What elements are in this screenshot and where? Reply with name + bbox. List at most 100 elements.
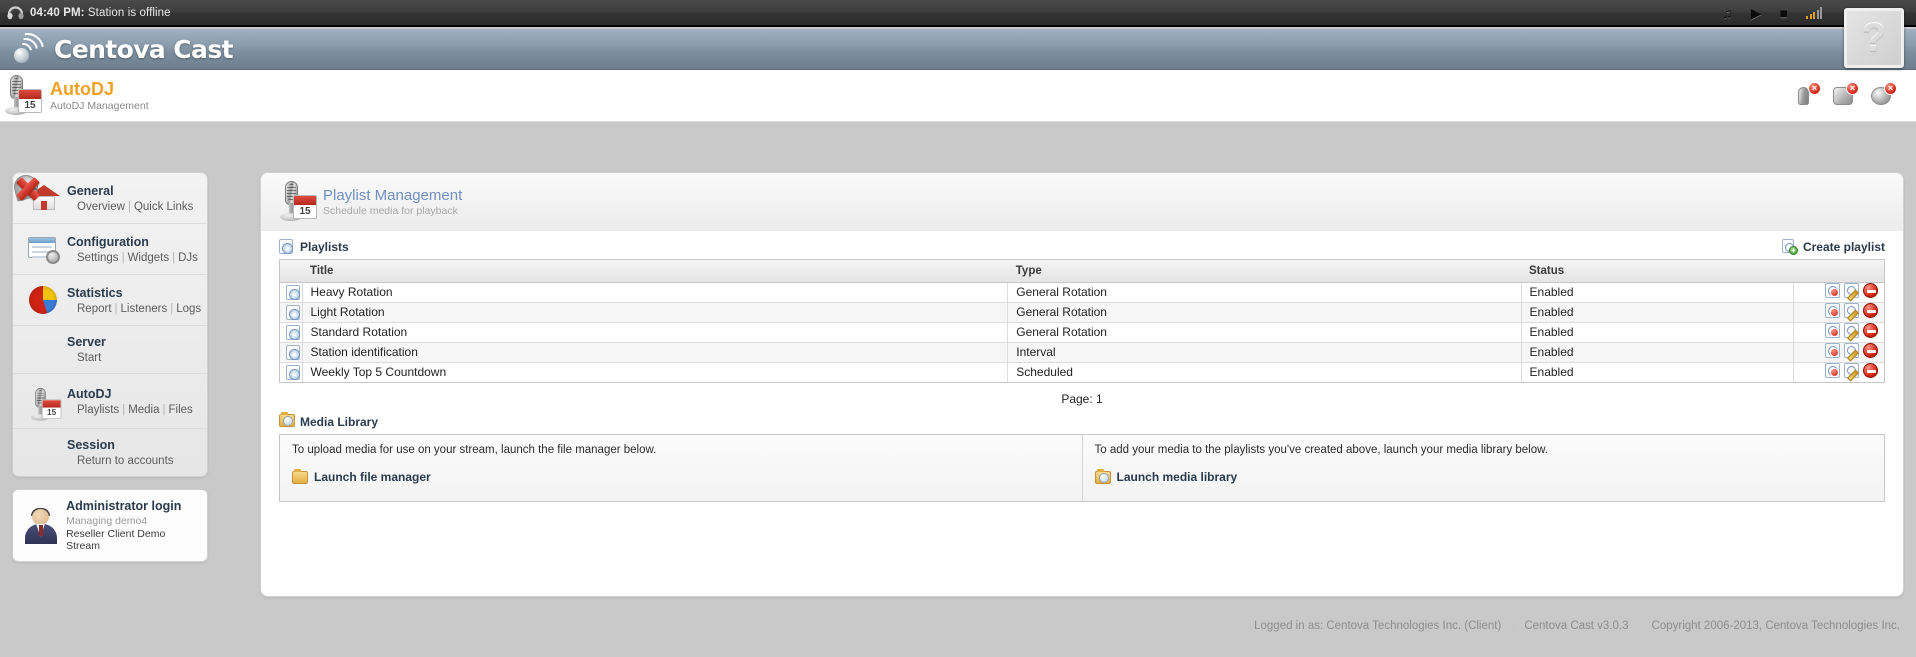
sidebar-sublink-djs[interactable]: DJs xyxy=(178,252,198,264)
settings-window-icon xyxy=(23,233,65,265)
centova-waves-logo-icon xyxy=(4,26,51,73)
column-header-actions xyxy=(1793,260,1884,283)
stop-autodj-icon[interactable]: × xyxy=(1832,81,1859,108)
delete-playlist-icon[interactable] xyxy=(1863,283,1878,298)
sidebar-item-label: AutoDJ xyxy=(67,386,112,401)
cell-title[interactable]: Station identification xyxy=(302,342,1008,363)
table-row[interactable]: Heavy Rotation General Rotation Enabled xyxy=(280,282,1884,303)
file-manager-column: To upload media for use on your stream, … xyxy=(280,435,1082,501)
footer-logged-in: Logged in as: Centova Technologies Inc. … xyxy=(1254,620,1502,632)
sidebar-sublinks: Report | Listeners | Logs xyxy=(77,302,202,315)
sidebar-item-label: Configuration xyxy=(67,234,149,249)
sidebar-sublink-listeners[interactable]: Listeners xyxy=(121,303,168,315)
admin-managing-label: Managing demo4 xyxy=(66,515,148,527)
sidebar-sublink-return-to-accounts[interactable]: Return to accounts xyxy=(77,455,174,467)
sidebar-sublink-files[interactable]: Files xyxy=(169,404,193,416)
cell-title[interactable]: Weekly Top 5 Countdown xyxy=(302,362,1008,382)
admin-login-panel[interactable]: Administrator login Managing demo4 Resel… xyxy=(12,489,208,562)
table-row[interactable]: Station identification Interval Enabled xyxy=(280,342,1884,363)
signal-bars-icon[interactable] xyxy=(1806,6,1822,19)
disc-icon xyxy=(279,239,295,255)
column-header-status[interactable]: Status xyxy=(1521,260,1794,283)
card-title: Playlist Management xyxy=(323,187,463,204)
edit-playlist-icon[interactable] xyxy=(1844,323,1859,338)
edit-playlist-icon[interactable] xyxy=(1844,363,1859,379)
row-disc-icon xyxy=(280,302,303,323)
sidebar-item-label: Statistics xyxy=(67,285,123,300)
sidebar-sublink-logs[interactable]: Logs xyxy=(176,303,201,315)
sidebar-sublinks: Start xyxy=(67,352,106,364)
stop-relay-icon[interactable]: × xyxy=(1870,81,1897,108)
cell-actions xyxy=(1793,342,1884,363)
sidebar-item-server[interactable]: Server Start xyxy=(11,172,207,374)
sidebar-sublink-media[interactable]: Media xyxy=(128,404,159,416)
help-button[interactable]: ? xyxy=(1844,8,1904,68)
sidebar-sublink-quick-links[interactable]: Quick Links xyxy=(134,201,193,213)
cell-title[interactable]: Heavy Rotation xyxy=(302,282,1008,303)
column-header-title[interactable]: Title xyxy=(302,260,1008,283)
launch-media-library-button[interactable]: Launch media library xyxy=(1094,468,1873,484)
edit-playlist-icon[interactable] xyxy=(1844,343,1859,358)
sidebar-item-statistics[interactable]: Statistics Report | Listeners | Logs xyxy=(13,275,207,326)
cell-status: Enabled xyxy=(1520,322,1794,343)
cell-status: Enabled xyxy=(1520,302,1794,323)
stop-icon[interactable]: ■ xyxy=(1780,6,1788,20)
card-subtitle: Schedule media for playback xyxy=(323,205,458,217)
delete-playlist-icon[interactable] xyxy=(1863,323,1878,338)
delete-playlist-icon[interactable] xyxy=(1863,343,1878,358)
playlists-table-wrap: Title Type Status Heavy Rotation General … xyxy=(279,259,1885,383)
column-header-type[interactable]: Type xyxy=(1007,260,1522,283)
manage-media-icon[interactable] xyxy=(1825,343,1840,358)
page-title: AutoDJ xyxy=(50,78,114,99)
row-disc-icon xyxy=(280,322,303,343)
sidebar-item-general[interactable]: General Overview | Quick Links xyxy=(13,173,207,224)
play-icon[interactable]: ▶ xyxy=(1751,6,1762,20)
page-subtitle: AutoDJ Management xyxy=(50,99,149,112)
admin-stream-label: Reseller Client Demo Stream xyxy=(66,528,166,552)
sidebar-sublink-settings[interactable]: Settings xyxy=(77,252,119,264)
cell-type: Interval xyxy=(1007,342,1522,363)
table-row[interactable]: Weekly Top 5 Countdown Scheduled Enabled xyxy=(280,362,1884,382)
sidebar-sublink-playlists[interactable]: Playlists xyxy=(77,404,119,416)
sidebar-item-session[interactable]: Session Return to accounts xyxy=(13,176,207,476)
manage-media-icon[interactable] xyxy=(1825,363,1840,379)
playlists-table: Title Type Status Heavy Rotation General … xyxy=(280,260,1884,382)
manage-media-icon[interactable] xyxy=(1825,323,1840,338)
create-playlist-button[interactable]: + Create playlist xyxy=(1781,239,1885,255)
music-note-icon[interactable]: ♫ xyxy=(1722,6,1733,20)
delete-playlist-icon[interactable] xyxy=(1863,303,1878,318)
playlists-table-body: Heavy Rotation General Rotation Enabled Lig… xyxy=(280,282,1884,382)
sidebar-sublink-overview[interactable]: Overview xyxy=(77,201,125,213)
delete-playlist-icon[interactable] xyxy=(1863,363,1878,379)
footer-copyright: Copyright 2006-2013, Centova Technologie… xyxy=(1651,620,1900,632)
sidebar-item-autodj[interactable]: 15 AutoDJ Playlists | Media | Files xyxy=(13,374,207,429)
edit-playlist-icon[interactable] xyxy=(1844,283,1859,298)
autodj-microphone-calendar-icon: 15 xyxy=(0,73,44,119)
media-library-icon xyxy=(1094,468,1111,484)
table-header-row: Title Type Status xyxy=(280,260,1884,283)
sidebar-sublinks: Settings | Widgets | DJs xyxy=(77,251,198,264)
playlists-section-header: Playlists + Create playlist xyxy=(279,239,1885,255)
brand-name: Centova Cast xyxy=(54,34,234,64)
cell-actions xyxy=(1793,302,1884,323)
footer-divider: | xyxy=(1511,620,1515,632)
sidebar-sublink-report[interactable]: Report xyxy=(77,303,112,315)
sidebar-sublink-start[interactable]: Start xyxy=(77,352,101,364)
sidebar-sublink-widgets[interactable]: Widgets xyxy=(128,252,170,264)
manage-media-icon[interactable] xyxy=(1825,303,1840,318)
create-playlist-label: Create playlist xyxy=(1802,240,1885,254)
main-content-card: 15 Playlist Management Schedule media fo… xyxy=(260,172,1904,597)
microphone-calendar-icon: 15 xyxy=(23,383,65,421)
status-time: 04:40 PM: xyxy=(30,6,85,19)
sidebar-item-configuration[interactable]: Configuration Settings | Widgets | DJs xyxy=(13,224,207,275)
launch-file-manager-button[interactable]: Launch file manager xyxy=(292,468,1070,484)
table-row[interactable]: Light Rotation General Rotation Enabled xyxy=(280,302,1884,323)
stop-server-icon[interactable]: × xyxy=(1794,81,1821,108)
cell-title[interactable]: Light Rotation xyxy=(302,302,1008,323)
cell-title[interactable]: Standard Rotation xyxy=(302,322,1008,343)
manage-media-icon[interactable] xyxy=(1825,283,1840,298)
launch-media-library-label: Launch media library xyxy=(1116,470,1238,484)
cell-status: Enabled xyxy=(1520,282,1794,303)
table-row[interactable]: Standard Rotation General Rotation Enabled xyxy=(280,322,1884,343)
edit-playlist-icon[interactable] xyxy=(1844,303,1859,318)
